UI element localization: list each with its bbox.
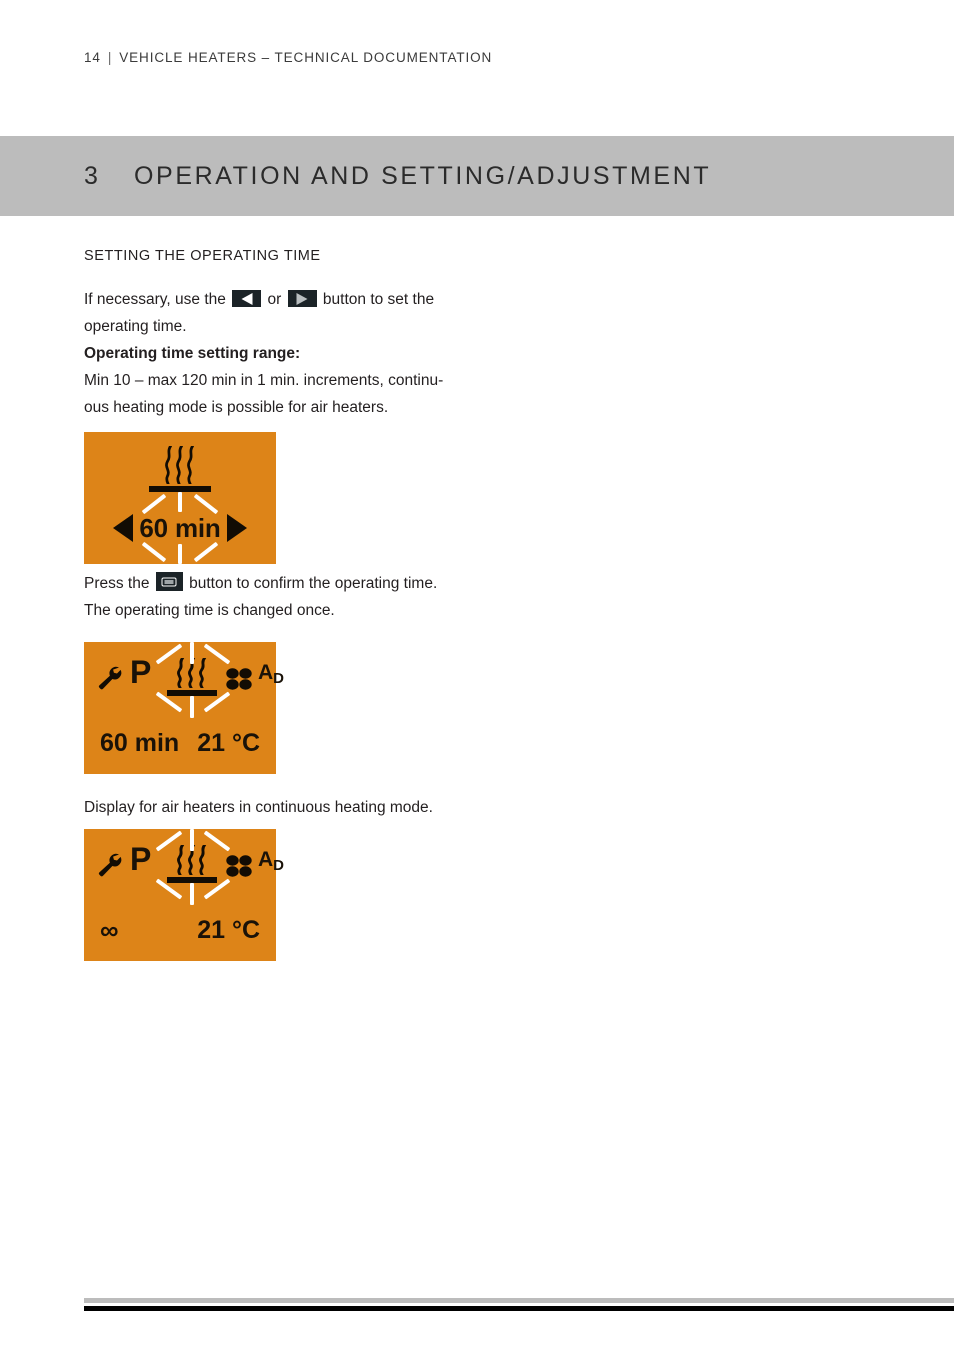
heater-wave-1 (177, 845, 185, 875)
preheat-indicator-label: P (130, 841, 152, 877)
instruction-paragraph: If necessary, use the or button to set t… (84, 286, 644, 340)
heater-waves (84, 446, 276, 484)
heater-element-icon (84, 446, 276, 492)
blink-ray-n (178, 492, 182, 512)
operating-status-display: P AD 60 min 21 °C (84, 642, 284, 774)
heater-bar (167, 690, 217, 696)
heater-element-icon (164, 845, 220, 883)
operating-time-value: 60 min (139, 512, 221, 543)
status-value-row: ∞ 21 °C (84, 913, 276, 947)
confirm-button-fill (164, 579, 174, 584)
instruction-text-between: or (267, 291, 282, 308)
mode-subscript: D (273, 857, 285, 874)
chapter-band: 3 OPERATION AND SETTING/ADJUSTMENT (0, 136, 954, 216)
heater-wave-1 (177, 658, 185, 688)
mode-indicator-label: AD (258, 661, 285, 687)
heater-bar (167, 877, 217, 883)
heater-bar (149, 486, 211, 492)
instruction-text-after: button to set the (322, 291, 435, 308)
chapter-number: 3 (84, 161, 100, 190)
wrench-icon (98, 853, 122, 877)
header-separator: | (107, 50, 113, 65)
instruction-text-before: If necessary, use the (84, 291, 226, 308)
heater-wave-2 (188, 658, 196, 688)
blink-ray-s (178, 544, 182, 564)
status-icon-strip: P AD (84, 837, 284, 889)
operating-time-blinking-display: 60 min (84, 432, 276, 564)
footer-rule-black (84, 1306, 954, 1311)
mode-letter: A (258, 848, 274, 871)
heater-wave-2 (188, 845, 196, 875)
arrow-right-icon[interactable] (226, 514, 247, 542)
operating-time-value: 60 min (100, 728, 180, 757)
arrow-right-icon[interactable] (287, 290, 317, 307)
range-line-2: ous heating mode is possible for air hea… (84, 399, 389, 416)
header-document-title: VEHICLE HEATERS – TECHNICAL DOCUMENTATIO… (119, 50, 493, 65)
page-number: 14 (84, 50, 101, 65)
status-icon-strip: P AD (84, 650, 284, 702)
heater-waves (164, 658, 220, 688)
confirm-text-after: button to confirm the operating time. (189, 575, 438, 592)
fan-icon (226, 668, 252, 690)
arrow-right-glyph (296, 292, 308, 305)
arrow-left-icon[interactable] (232, 290, 262, 307)
confirm-text-before: Press the (84, 575, 150, 592)
operating-time-value: ∞ (100, 915, 119, 945)
range-heading: Operating time setting range: (84, 345, 301, 362)
heater-wave-2 (176, 446, 183, 484)
instruction-text-line2: operating time. (84, 318, 187, 335)
mode-indicator-label: AD (258, 848, 285, 874)
continuous-caption: Display for air heaters in continuous he… (84, 799, 433, 816)
continuous-heating-display: P AD ∞ 21 °C (84, 829, 284, 961)
heater-wave-1 (165, 446, 172, 484)
page-content: SETTING THE OPERATING TIME If necessary,… (84, 248, 644, 421)
wrench-icon (98, 666, 122, 690)
mode-subscript: D (273, 670, 285, 687)
temperature-value: 21 °C (197, 915, 260, 944)
heater-wave-3 (199, 658, 207, 688)
confirm-paragraph-block: Press the button to confirm the operatin… (84, 570, 644, 624)
mode-letter: A (258, 661, 274, 684)
section-subhead: SETTING THE OPERATING TIME (84, 248, 321, 264)
running-header: 14 | VEHICLE HEATERS – TECHNICAL DOCUMENTA… (84, 50, 492, 65)
range-paragraph: Min 10 – max 120 min in 1 min. increment… (84, 367, 644, 421)
fan-icon (226, 855, 252, 877)
arrow-left-icon[interactable] (113, 514, 134, 542)
confirm-button-icon[interactable] (155, 572, 183, 591)
confirm-paragraph: Press the button to confirm the operatin… (84, 570, 644, 624)
heater-wave-3 (187, 446, 194, 484)
chapter-heading: 3 OPERATION AND SETTING/ADJUSTMENT (84, 136, 711, 216)
preheat-indicator-label: P (130, 654, 152, 690)
continuous-caption-block: Display for air heaters in continuous he… (84, 794, 644, 821)
footer-rule-grey (84, 1298, 954, 1303)
status-value-row: 60 min 21 °C (84, 726, 276, 760)
operating-time-row: 60 min (84, 510, 276, 546)
chapter-title: OPERATION AND SETTING/ADJUSTMENT (134, 161, 712, 190)
confirm-text-line2: The operating time is changed once. (84, 602, 335, 619)
heater-wave-3 (199, 845, 207, 875)
heater-waves (164, 845, 220, 875)
heater-element-icon (164, 658, 220, 696)
temperature-value: 21 °C (197, 728, 260, 757)
arrow-left-glyph (241, 292, 253, 305)
range-line-1: Min 10 – max 120 min in 1 min. increment… (84, 372, 444, 389)
